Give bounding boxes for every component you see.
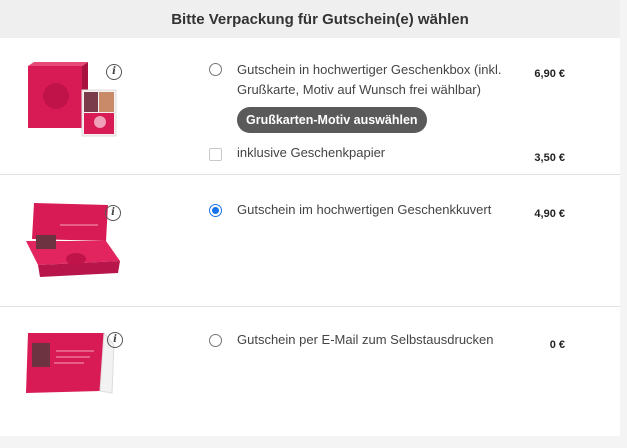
- radio-email[interactable]: [209, 334, 222, 347]
- gift-wrap-label: inklusive Geschenkpapier: [237, 145, 386, 160]
- radio-gift-box[interactable]: [209, 63, 222, 76]
- option-price-email: 0 €: [549, 339, 565, 351]
- option-price-gift-box: 6,90 €: [534, 68, 565, 80]
- option-label-gift-box: Gutschein in hochwertiger Geschenkbox (i…: [237, 62, 502, 97]
- packaging-options-panel: i Gutschein in hochwertiger Geschenkbox …: [0, 38, 620, 436]
- scrollbar[interactable]: [620, 0, 627, 448]
- section-header: Bitte Verpackung für Gutschein(e) wählen: [0, 0, 620, 38]
- option-label-gift-envelope: Gutschein im hochwertigen Geschenkkuvert: [237, 202, 492, 217]
- info-icon[interactable]: i: [105, 205, 121, 221]
- email-voucher-image: [26, 331, 115, 394]
- option-gift-box: i Gutschein in hochwertiger Geschenkbox …: [0, 38, 620, 174]
- section-title: Bitte Verpackung für Gutschein(e) wählen: [171, 10, 469, 28]
- option-label-email: Gutschein per E-Mail zum Selbstausdrucke…: [237, 332, 494, 347]
- option-email: i Gutschein per E-Mail zum Selbstausdruc…: [0, 307, 620, 436]
- radio-gift-envelope[interactable]: [209, 204, 222, 217]
- choose-card-motif-button[interactable]: Grußkarten-Motiv auswählen: [237, 107, 427, 133]
- gift-wrap-price: 3,50 €: [534, 152, 565, 164]
- info-icon[interactable]: i: [107, 332, 123, 348]
- option-gift-envelope: i Gutschein im hochwertigen Geschenkkuve…: [0, 175, 620, 306]
- info-icon[interactable]: i: [106, 64, 122, 80]
- gift-wrap-checkbox[interactable]: [209, 148, 222, 161]
- option-price-gift-envelope: 4,90 €: [534, 208, 565, 220]
